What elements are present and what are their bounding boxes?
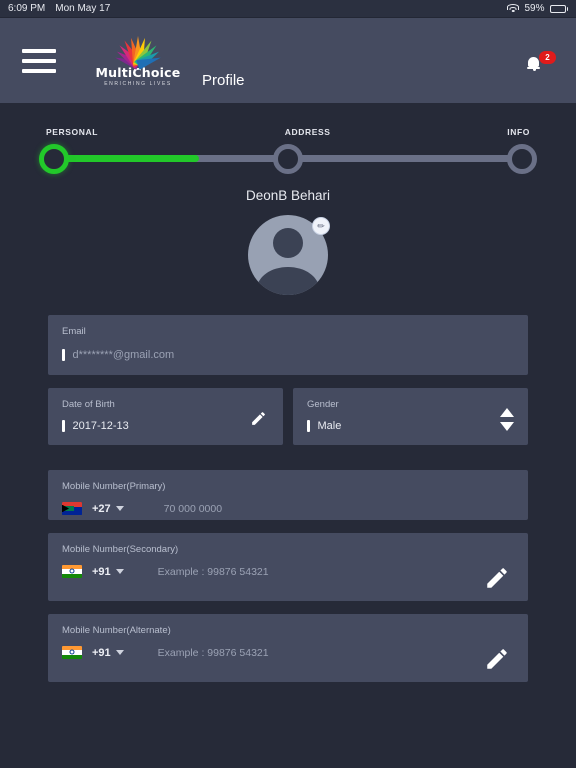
mobile-secondary-pencil-icon[interactable]	[484, 565, 510, 591]
hamburger-icon[interactable]	[22, 48, 56, 73]
mobile-alternate-label: Mobile Number(Alternate)	[62, 625, 171, 636]
logo-fan-icon	[95, 35, 181, 70]
email-cursor	[62, 349, 65, 361]
mobile-primary-placeholder: 70 000 0000	[163, 502, 223, 515]
arrow-up-icon[interactable]	[500, 408, 514, 417]
flag-india-icon	[62, 646, 82, 659]
mobile-primary-dial-code[interactable]: +27	[92, 503, 111, 515]
step-label-personal: PERSONAL	[46, 127, 99, 137]
status-time: 6:09 PM	[8, 3, 46, 14]
gender-field[interactable]: Gender Male	[293, 388, 528, 445]
date-of-birth-label: Date of Birth	[62, 399, 115, 410]
mobile-primary-field[interactable]: Mobile Number(Primary) +27 70 000 0000	[48, 470, 528, 520]
gender-stepper[interactable]	[500, 408, 514, 431]
mobile-alternate-dial-code[interactable]: +91	[92, 647, 111, 659]
notification-badge: 2	[539, 51, 556, 64]
dob-gender-row: Date of Birth 2017-12-13 Gender Male	[48, 388, 528, 458]
page-title: Profile	[202, 72, 245, 89]
gender-value: Male	[317, 420, 342, 432]
multichoice-logo: MultiChoice ENRICHING LIVES	[92, 35, 184, 87]
status-bar-left: 6:09 PM Mon May 17	[8, 3, 110, 14]
chevron-down-icon[interactable]	[115, 650, 124, 655]
edit-attachment-icon[interactable]: ✏	[312, 217, 330, 235]
email-label: Email	[62, 326, 86, 337]
profile-section: DeonB Behari ✏	[0, 188, 576, 295]
chevron-down-icon[interactable]	[115, 506, 124, 511]
gender-cursor	[307, 420, 310, 432]
gender-label: Gender	[307, 399, 339, 410]
arrow-down-icon[interactable]	[500, 422, 514, 431]
notifications-button[interactable]: 2	[527, 51, 556, 76]
mobile-alternate-placeholder: Example : 99876 54321	[157, 646, 269, 659]
user-name: DeonB Behari	[245, 188, 331, 203]
progress-stepper: PERSONAL ADDRESS INFO	[39, 127, 537, 174]
mobile-alternate-field[interactable]: Mobile Number(Alternate) +91 Example : 9…	[48, 614, 528, 682]
step-label-address: ADDRESS	[284, 127, 331, 137]
email-value: d********@gmail.com	[72, 349, 175, 361]
mobile-alternate-pencil-icon[interactable]	[484, 646, 510, 672]
step-node-address[interactable]	[273, 144, 303, 174]
mobile-secondary-placeholder: Example : 99876 54321	[157, 565, 269, 578]
profile-form: Email d********@gmail.com Date of Birth …	[48, 315, 528, 682]
stepper-labels: PERSONAL ADDRESS INFO	[46, 127, 530, 137]
app-header: MultiChoice ENRICHING LIVES Profile 2	[0, 18, 576, 103]
flag-india-icon	[62, 565, 82, 578]
mobile-primary-label: Mobile Number(Primary)	[62, 481, 166, 492]
step-label-info: INFO	[507, 127, 530, 137]
email-field[interactable]: Email d********@gmail.com	[48, 315, 528, 375]
wifi-icon	[507, 4, 520, 13]
logo-tagline: ENRICHING LIVES	[104, 80, 172, 87]
flag-south-africa-icon	[62, 502, 82, 515]
status-bar: 6:09 PM Mon May 17 59%	[0, 0, 576, 18]
mobile-secondary-label: Mobile Number(Secondary)	[62, 544, 179, 555]
status-date: Mon May 17	[55, 3, 111, 14]
status-bar-right: 59%	[507, 3, 568, 14]
date-of-birth-field[interactable]: Date of Birth 2017-12-13	[48, 388, 283, 445]
date-of-birth-value: 2017-12-13	[72, 420, 129, 432]
mobile-secondary-field[interactable]: Mobile Number(Secondary) +91 Example : 9…	[48, 533, 528, 601]
stepper-progress-fill	[54, 155, 200, 162]
avatar[interactable]: ✏	[248, 215, 330, 295]
dob-cursor	[62, 420, 65, 432]
dob-pencil-icon[interactable]	[250, 410, 267, 427]
mobile-secondary-dial-code[interactable]: +91	[92, 566, 111, 578]
step-node-info[interactable]	[507, 144, 537, 174]
chevron-down-icon[interactable]	[115, 569, 124, 574]
battery-icon	[549, 4, 568, 13]
battery-percent: 59%	[524, 3, 545, 14]
step-node-personal[interactable]	[39, 144, 69, 174]
